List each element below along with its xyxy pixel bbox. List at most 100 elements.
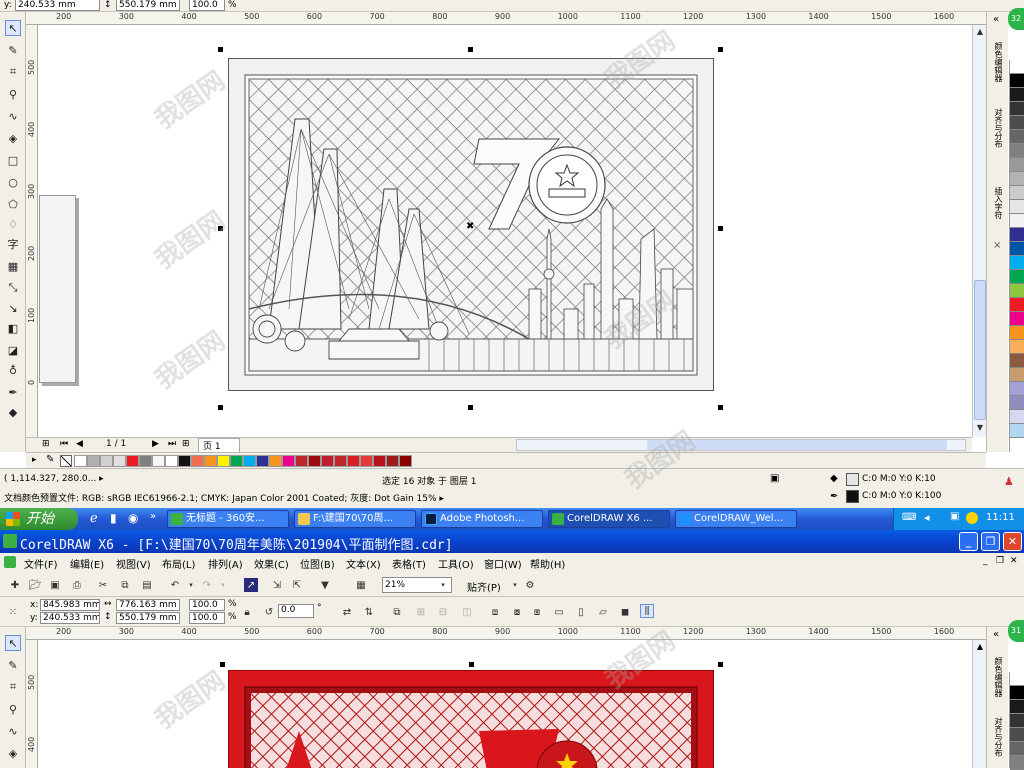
trim-icon[interactable]: ⧇ [510, 605, 524, 619]
doc-palette-swatch[interactable] [399, 455, 412, 467]
palette-swatch[interactable] [1010, 172, 1024, 186]
undo-icon[interactable]: ↶ [168, 578, 182, 592]
palette-swatch[interactable] [1010, 354, 1024, 368]
task-coreldraw[interactable]: CorelDRAW X6 ... [548, 510, 670, 528]
doc-palette-swatch[interactable] [269, 455, 282, 467]
boundary-icon[interactable]: ◼ [618, 605, 632, 619]
selection-handle[interactable] [718, 662, 723, 667]
add-page-end-icon[interactable]: ⊞ [182, 439, 190, 449]
lock-ratio-icon[interactable]: 🔒︎ [240, 605, 254, 619]
back-minus-front-icon[interactable]: ▱ [596, 605, 610, 619]
scroll-down-icon[interactable]: ▼ [974, 423, 986, 435]
palette-swatch[interactable] [1010, 102, 1024, 116]
paste-icon[interactable]: ▤ [140, 578, 154, 592]
task-folder[interactable]: F:\建国70\70周... [294, 510, 416, 528]
palette-swatch[interactable] [1010, 700, 1024, 714]
weld-icon[interactable]: ⧈ [488, 605, 502, 619]
doc-palette-swatch[interactable] [230, 455, 243, 467]
eyedropper-tool-icon[interactable]: ♁ [5, 362, 21, 378]
doc-palette-swatch[interactable] [360, 455, 373, 467]
doc-palette-swatch[interactable] [256, 455, 269, 467]
menu-item[interactable]: 视图(V) [116, 556, 151, 571]
save-icon[interactable]: ▣ [48, 578, 62, 592]
doc-palette-swatch[interactable] [113, 455, 126, 467]
page-tab[interactable]: 页 1 [198, 438, 240, 453]
doc-palette-swatch[interactable] [308, 455, 321, 467]
palette-swatch[interactable] [1010, 410, 1024, 424]
group-icon[interactable]: ⧉ [390, 605, 404, 619]
add-page-icon[interactable]: ⊞ [42, 439, 50, 449]
docker-tab-align-bottom[interactable]: 对齐与分布 [992, 717, 1004, 757]
fill-swatch[interactable] [846, 473, 859, 486]
simplify-icon[interactable]: ▭ [552, 605, 566, 619]
menu-item[interactable]: 位图(B) [300, 556, 335, 571]
export-icon[interactable]: ⇱ [290, 578, 304, 592]
scale-y-field-bottom[interactable]: 100.0 [189, 612, 225, 624]
palette-swatch[interactable] [1010, 214, 1024, 228]
y-position-field[interactable]: 240.533 mm [15, 0, 100, 11]
palette-swatch[interactable] [1010, 686, 1024, 700]
zoom-dropdown-icon[interactable]: ▾ [436, 578, 450, 592]
mirror-h-icon[interactable]: ⇄ [340, 605, 354, 619]
task-photoshop[interactable]: Adobe Photosh... [421, 510, 543, 528]
redo-icon[interactable]: ↷ [200, 578, 214, 592]
last-page-icon[interactable]: ⏭ [168, 439, 176, 449]
scroll-up-icon-bottom[interactable]: ▲ [974, 642, 986, 654]
task-360-browser[interactable]: 无标题 - 360安... [167, 510, 289, 528]
center-marker-icon[interactable]: ✖ [466, 221, 474, 232]
palette-swatch[interactable] [1010, 256, 1024, 270]
search-content-icon[interactable]: ↗ [244, 578, 258, 592]
ellipse-tool-icon[interactable]: ○ [5, 174, 21, 190]
selection-handle[interactable] [218, 47, 223, 52]
palette-swatch[interactable] [1010, 74, 1024, 88]
combine-icon[interactable]: ◫ [460, 605, 474, 619]
notification-badge-bottom[interactable]: 31 [1008, 620, 1024, 642]
shape-tool-icon[interactable]: ✎ [5, 42, 21, 58]
network-icon[interactable]: ▣ [950, 511, 959, 522]
first-page-icon[interactable]: ⏮ [60, 439, 68, 449]
doc-palette-swatch[interactable] [191, 455, 204, 467]
height-field[interactable]: 550.179 mm [116, 0, 180, 11]
new-doc-icon[interactable]: ✚ [8, 578, 22, 592]
palette-swatch[interactable] [1010, 672, 1024, 686]
zoom-tool-icon[interactable]: ⚲ [5, 86, 21, 102]
ungroup-icon[interactable]: ⊞ [414, 605, 428, 619]
docker-tab-align[interactable]: 对齐与分布 [992, 108, 1004, 148]
doc-profile[interactable]: 文档颜色预置文件: RGB: sRGB IEC61966-2.1; CMYK: … [4, 491, 444, 504]
scale-y-field[interactable]: 100.0 [189, 0, 225, 11]
palette-swatch[interactable] [1010, 742, 1024, 756]
palette-swatch[interactable] [1010, 284, 1024, 298]
360-tray-icon[interactable] [966, 512, 978, 524]
doc-palette-swatch[interactable] [100, 455, 113, 467]
palette-swatch[interactable] [1010, 312, 1024, 326]
intersect-icon[interactable]: ⧆ [530, 605, 544, 619]
palette-swatch[interactable] [1010, 116, 1024, 130]
object-origin-icon[interactable]: ⁙ [6, 605, 20, 619]
scroll-up-icon[interactable]: ▲ [974, 27, 986, 39]
vertical-scrollbar[interactable]: ▲ ▼ [972, 25, 986, 437]
doc-palette-swatch[interactable] [152, 455, 165, 467]
fill-tool-icon[interactable]: ◆ [5, 404, 21, 420]
selection-handle[interactable] [468, 405, 473, 410]
ie-quicklaunch-icon[interactable]: ℯ [90, 511, 98, 526]
outline-tool-icon[interactable]: ✒ [5, 384, 21, 400]
copy-icon[interactable]: ⧉ [118, 578, 132, 592]
doc-palette-swatch[interactable] [165, 455, 178, 467]
front-minus-back-icon[interactable]: ▯ [574, 605, 588, 619]
zoom-tool-icon-bottom[interactable]: ⚲ [5, 701, 21, 717]
smart-fill-icon-bottom[interactable]: ◈ [5, 745, 21, 761]
menu-item[interactable]: 帮助(H) [530, 556, 565, 571]
docker-tab-insert-char[interactable]: 插入字符 [992, 187, 1004, 219]
palette-swatch[interactable] [1010, 326, 1024, 340]
artwork-frame-red[interactable] [228, 670, 714, 768]
docker-tab-color[interactable]: 颜色编辑器 [992, 42, 1004, 82]
import-icon[interactable]: ⇲ [270, 578, 284, 592]
height-field-bottom[interactable]: 550.179 mm [116, 612, 180, 624]
doc-palette-swatch[interactable] [295, 455, 308, 467]
menu-item[interactable]: 效果(C) [254, 556, 289, 571]
drawing-canvas-bottom[interactable] [39, 640, 972, 768]
restore-button[interactable]: ❐ [981, 532, 1000, 551]
palette-swatch[interactable] [1010, 368, 1024, 382]
palette-swatch[interactable] [1010, 228, 1024, 242]
quicklaunch-more-icon[interactable]: » [150, 511, 156, 522]
